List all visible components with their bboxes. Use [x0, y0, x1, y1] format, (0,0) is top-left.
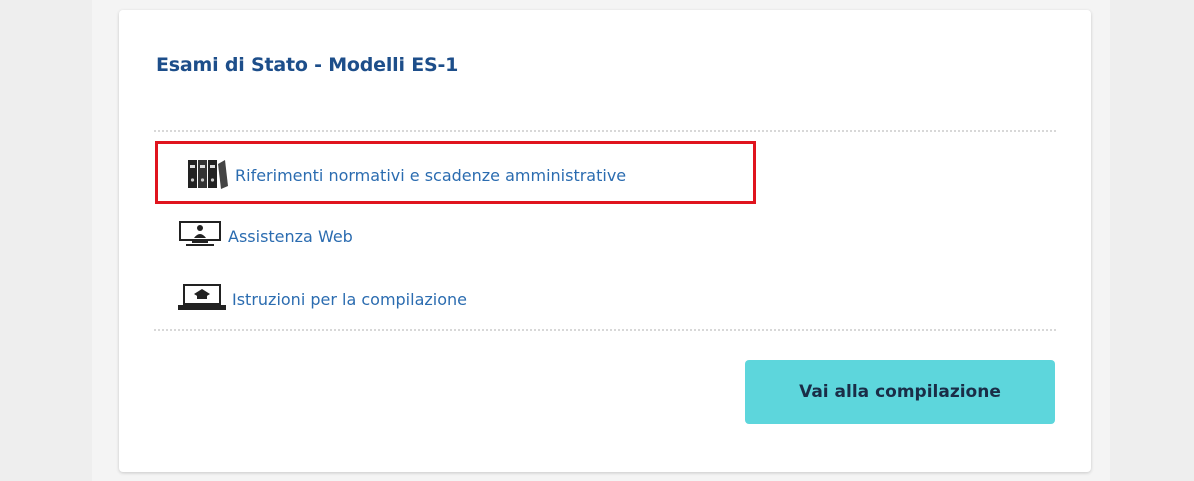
- monitor-support-icon: [178, 221, 222, 251]
- link-label: Assistenza Web: [228, 226, 353, 246]
- link-assistenza-web[interactable]: Assistenza Web: [178, 221, 353, 251]
- divider-bottom: [154, 329, 1056, 331]
- laptop-graduation-icon: [178, 283, 226, 315]
- card-title: Esami di Stato - Modelli ES-1: [156, 54, 459, 76]
- annotation-highlight-box: [155, 141, 756, 204]
- link-istruzioni-compilazione[interactable]: Istruzioni per la compilazione: [178, 283, 467, 315]
- link-label: Istruzioni per la compilazione: [232, 289, 467, 309]
- vai-alla-compilazione-button[interactable]: Vai alla compilazione: [745, 360, 1055, 424]
- divider-top: [154, 130, 1056, 132]
- es1-card: Esami di Stato - Modelli ES-1 Riferiment…: [119, 10, 1091, 472]
